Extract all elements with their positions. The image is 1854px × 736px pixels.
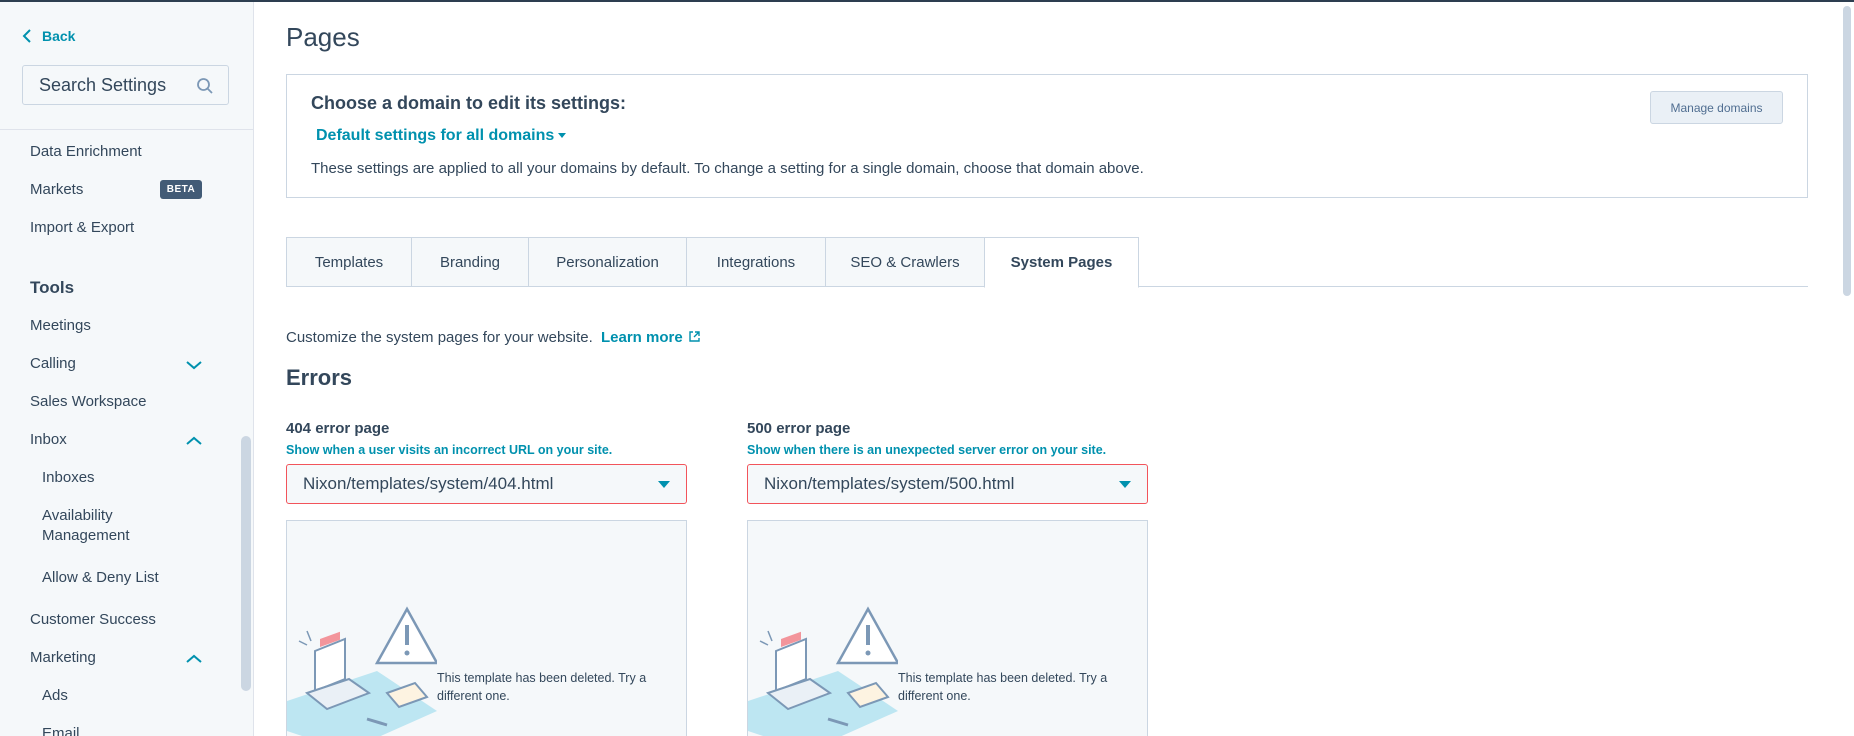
error-404-subtitle: Show when a user visits an incorrect URL… [286,443,613,457]
error-page-404: 404 error page Show when a user visits a… [286,420,687,736]
availability-line-2: Management [42,527,130,544]
sidebar-item-inbox[interactable]: Inbox [30,430,67,450]
manage-domains-button[interactable]: Manage domains [1650,91,1783,124]
tab-templates[interactable]: Templates [286,237,411,287]
sidebar-item-sales-workspace[interactable]: Sales Workspace [30,392,146,412]
sidebar-nav: Data Enrichment Markets BETA Import & Ex… [0,130,238,736]
chevron-up-icon[interactable] [186,654,202,664]
back-link[interactable]: Back [22,28,75,44]
main-content: Pages Choose a domain to edit its settin… [255,2,1854,736]
sidebar-item-email[interactable]: Email [42,724,80,736]
chevron-down-icon[interactable] [186,360,202,370]
page-title: Pages [286,22,360,52]
external-link-icon [688,331,700,342]
tab-system-pages[interactable]: System Pages [984,237,1139,288]
chevron-up-icon[interactable] [186,436,202,446]
sidebar-item-data-enrichment[interactable]: Data Enrichment [30,142,142,162]
tools-heading: Tools [30,278,75,297]
error-500-subtitle: Show when there is an unexpected server … [747,443,1107,457]
domain-settings-panel: Choose a domain to edit its settings: De… [286,74,1808,198]
search-icon[interactable] [196,77,214,95]
error-500-preview: This template has been deleted. Try a di… [747,520,1148,736]
sidebar-item-import-export[interactable]: Import & Export [30,218,134,238]
tab-seo-crawlers[interactable]: SEO & Crawlers [825,237,984,287]
system-pages-intro: Customize the system pages for your webs… [286,329,700,346]
tab-personalization[interactable]: Personalization [528,237,686,287]
error-404-preview-message: This template has been deleted. Try a di… [437,671,647,703]
availability-line-1: Availability [42,507,113,524]
warning-illustration [748,606,898,736]
warning-illustration [287,606,437,736]
sidebar-item-markets[interactable]: Markets [30,180,83,200]
search-input[interactable] [39,74,189,96]
dropdown-caret-icon [1119,481,1131,488]
error-404-preview: This template has been deleted. Try a di… [286,520,687,736]
error-404-template-select[interactable]: Nixon/templates/system/404.html [286,464,687,504]
tab-branding[interactable]: Branding [411,237,528,287]
domain-description: These settings are applied to all your d… [311,160,1144,177]
sidebar-item-meetings[interactable]: Meetings [30,316,91,336]
domain-dropdown[interactable]: Default settings for all domains [316,127,567,145]
sidebar-item-ads[interactable]: Ads [42,686,68,706]
dropdown-caret-icon [558,133,567,139]
error-404-title: 404 error page [286,420,390,437]
sidebar-item-calling[interactable]: Calling [30,354,76,374]
sidebar-scrollbar-thumb[interactable] [241,436,251,691]
settings-tabs: Templates Branding Personalization Integ… [286,237,1808,288]
error-500-template-select[interactable]: Nixon/templates/system/500.html [747,464,1148,504]
error-500-preview-message: This template has been deleted. Try a di… [898,671,1108,703]
main-scrollbar-thumb[interactable] [1843,6,1851,296]
error-404-template-value: Nixon/templates/system/404.html [303,474,554,493]
sidebar-item-availability-management[interactable]: Availability Management [42,506,130,546]
search-settings[interactable] [22,65,229,105]
errors-heading: Errors [286,365,353,390]
sidebar-item-inboxes[interactable]: Inboxes [42,468,95,488]
sidebar-item-allow-deny-list[interactable]: Allow & Deny List [42,568,159,588]
settings-sidebar: Back Data Enrichment Markets BETA Import… [0,2,254,736]
learn-more-link[interactable]: Learn more [601,329,700,346]
error-500-title: 500 error page [747,420,851,437]
back-label: Back [42,28,76,44]
error-page-500: 500 error page Show when there is an une… [747,420,1148,736]
learn-more-label: Learn more [600,329,683,346]
error-500-template-value: Nixon/templates/system/500.html [764,474,1015,493]
domain-selected-label: Default settings for all domains [316,127,555,144]
intro-text: Customize the system pages for your webs… [286,329,593,346]
chevron-left-icon [22,29,31,43]
tab-integrations[interactable]: Integrations [686,237,825,287]
beta-badge: BETA [160,180,202,199]
dropdown-caret-icon [658,481,670,488]
domain-heading: Choose a domain to edit its settings: [311,93,627,113]
sidebar-item-customer-success[interactable]: Customer Success [30,610,156,630]
sidebar-item-marketing[interactable]: Marketing [30,648,96,668]
